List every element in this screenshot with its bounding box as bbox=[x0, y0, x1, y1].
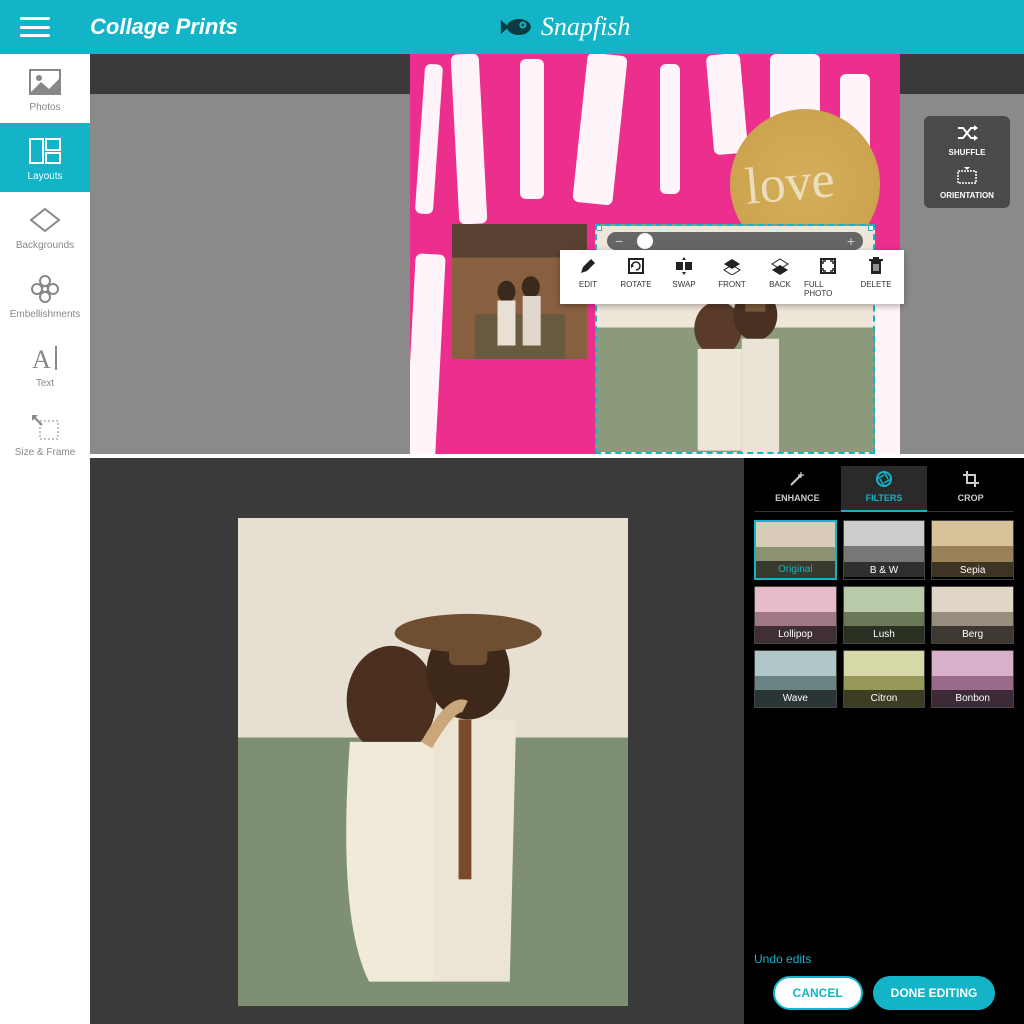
svg-text:A: A bbox=[32, 345, 51, 372]
rotate-icon bbox=[626, 256, 646, 276]
delete-button[interactable]: DELETE bbox=[852, 256, 900, 298]
swap-icon bbox=[674, 256, 694, 276]
overlay-text: love bbox=[743, 150, 837, 217]
filter-citron[interactable]: Citron bbox=[843, 650, 926, 708]
filter-lush[interactable]: Lush bbox=[843, 586, 926, 644]
collage-side-panel: SHUFFLE ORIENTATION bbox=[924, 116, 1010, 208]
filter-bw[interactable]: B & W bbox=[843, 520, 926, 580]
tab-enhance[interactable]: ENHANCE bbox=[754, 466, 841, 507]
fullphoto-button[interactable]: FULL PHOTO bbox=[804, 256, 852, 298]
tab-crop[interactable]: CROP bbox=[927, 466, 1014, 507]
edit-button[interactable]: EDIT bbox=[564, 256, 612, 298]
embellishments-icon bbox=[27, 275, 63, 303]
fullphoto-icon bbox=[818, 256, 838, 276]
sidebar-label: Backgrounds bbox=[16, 240, 74, 251]
fish-icon bbox=[499, 16, 533, 38]
filter-bonbon[interactable]: Bonbon bbox=[931, 650, 1014, 708]
sidebar-item-embellishments[interactable]: Embellishments bbox=[0, 261, 90, 330]
collage-editor: love − + bbox=[90, 54, 1024, 454]
zoom-plus-icon[interactable]: + bbox=[847, 233, 855, 249]
zoom-slider[interactable]: − + bbox=[607, 232, 863, 250]
brand-name: Snapfish bbox=[541, 12, 631, 42]
front-icon bbox=[722, 256, 742, 276]
aperture-icon bbox=[875, 470, 893, 490]
filter-sepia[interactable]: Sepia bbox=[931, 520, 1014, 580]
crop-icon bbox=[962, 470, 980, 490]
trash-icon bbox=[866, 256, 886, 276]
shuffle-icon bbox=[956, 124, 978, 144]
swap-button[interactable]: SWAP bbox=[660, 256, 708, 298]
sidebar-item-text[interactable]: A Text bbox=[0, 330, 90, 399]
shuffle-button[interactable]: SHUFFLE bbox=[928, 124, 1006, 157]
action-buttons: CANCEL DONE EDITING bbox=[754, 976, 1014, 1016]
zoom-minus-icon[interactable]: − bbox=[615, 233, 623, 249]
filter-wave[interactable]: Wave bbox=[754, 650, 837, 708]
back-icon bbox=[770, 256, 790, 276]
sidebar-item-backgrounds[interactable]: Backgrounds bbox=[0, 192, 90, 261]
sidebar-label: Layouts bbox=[27, 171, 62, 182]
editor-tabs: ENHANCE FILTERS CROP bbox=[754, 466, 1014, 512]
sidebar-label: Embellishments bbox=[10, 309, 81, 320]
filter-lollipop[interactable]: Lollipop bbox=[754, 586, 837, 644]
photo-editor: ENHANCE FILTERS CROP Original bbox=[90, 454, 1024, 1024]
filter-panel: ENHANCE FILTERS CROP Original bbox=[744, 458, 1024, 1024]
layouts-icon bbox=[27, 137, 63, 165]
sidebar-label: Text bbox=[36, 378, 54, 389]
filter-original[interactable]: Original bbox=[754, 520, 837, 580]
filter-grid: Original B & W Sepia Lollipop bbox=[754, 520, 1014, 708]
backgrounds-icon bbox=[27, 206, 63, 234]
tab-filters[interactable]: FILTERS bbox=[841, 466, 928, 512]
sidebar: Photos Layouts Backgrounds Embellishment… bbox=[0, 54, 90, 1024]
filter-berg[interactable]: Berg bbox=[931, 586, 1014, 644]
sidebar-label: Size & Frame bbox=[15, 447, 76, 458]
size-frame-icon bbox=[27, 413, 63, 441]
photo-preview[interactable] bbox=[238, 518, 628, 1006]
brand-logo[interactable]: Snapfish bbox=[499, 12, 631, 42]
orientation-button[interactable]: ORIENTATION bbox=[928, 167, 1006, 200]
menu-button[interactable] bbox=[20, 17, 50, 37]
undo-edits-link[interactable]: Undo edits bbox=[754, 952, 1014, 966]
text-icon: A bbox=[27, 344, 63, 372]
page-title: Collage Prints bbox=[90, 14, 238, 40]
wand-icon bbox=[788, 470, 806, 490]
photo-toolbar: EDIT ROTATE SWAP FRONT BACK bbox=[560, 250, 904, 304]
orientation-icon bbox=[956, 167, 978, 187]
done-editing-button[interactable]: DONE EDITING bbox=[873, 976, 996, 1010]
cancel-button[interactable]: CANCEL bbox=[773, 976, 863, 1010]
sidebar-label: Photos bbox=[29, 102, 60, 113]
photos-icon bbox=[27, 68, 63, 96]
sidebar-item-size-frame[interactable]: Size & Frame bbox=[0, 399, 90, 468]
front-button[interactable]: FRONT bbox=[708, 256, 756, 298]
header: Collage Prints Snapfish bbox=[0, 0, 1024, 54]
zoom-thumb[interactable] bbox=[637, 233, 653, 249]
rotate-button[interactable]: ROTATE bbox=[612, 256, 660, 298]
back-button[interactable]: BACK bbox=[756, 256, 804, 298]
sidebar-item-photos[interactable]: Photos bbox=[0, 54, 90, 123]
sidebar-item-layouts[interactable]: Layouts bbox=[0, 123, 90, 192]
pencil-icon bbox=[578, 256, 598, 276]
